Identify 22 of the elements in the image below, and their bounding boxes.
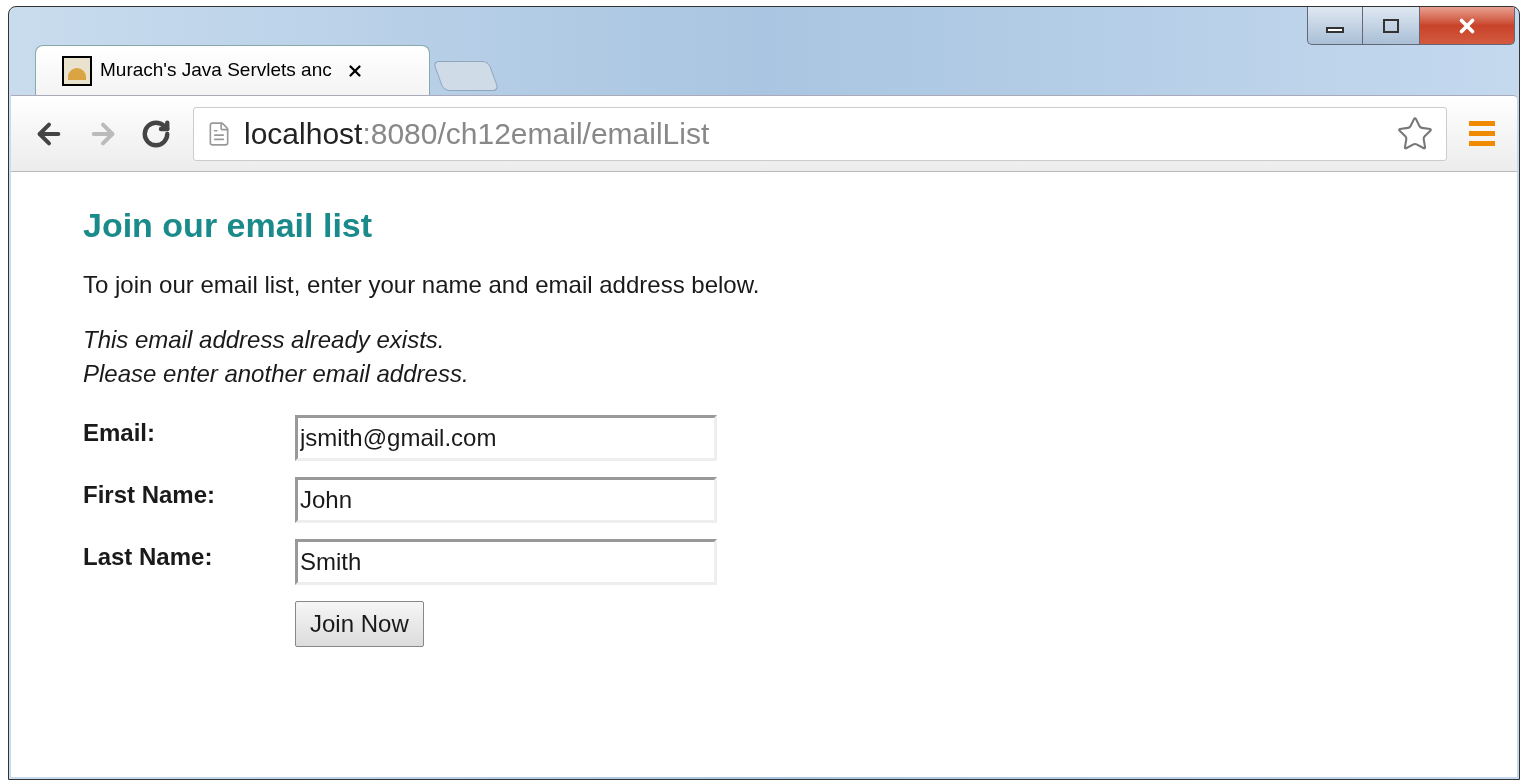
field-label: First Name: xyxy=(83,480,217,510)
field-label: Email: xyxy=(83,418,157,448)
url-path: :8080/ch12email/emailList xyxy=(362,117,710,150)
text-field[interactable]: jsmith@gmail.com xyxy=(295,415,717,461)
join-now-button[interactable]: Join Now xyxy=(295,601,424,647)
minimize-button[interactable] xyxy=(1307,7,1363,45)
close-button[interactable] xyxy=(1419,7,1515,45)
browser-tab[interactable]: Murach's Java Servlets anc xyxy=(35,45,430,95)
reload-icon[interactable] xyxy=(141,118,171,149)
tab-title: Murach's Java Servlets anc xyxy=(100,58,332,83)
url-host: localhost xyxy=(244,117,363,150)
text-field[interactable]: Smith xyxy=(295,539,717,585)
error-message: Please enter another email address. xyxy=(83,359,470,389)
address-bar[interactable]: localhost:8080/ch12email/emailList xyxy=(193,106,1447,161)
text-field[interactable]: John xyxy=(295,477,717,523)
maximize-icon xyxy=(1383,18,1399,33)
error-message: This email address already exists. xyxy=(83,325,446,355)
intro-text: To join our email list, enter your name and email address below. xyxy=(83,271,761,299)
page-heading: Join our email list xyxy=(83,205,374,246)
maximize-button[interactable] xyxy=(1363,7,1419,45)
minimize-icon xyxy=(1326,26,1344,33)
field-label: Last Name: xyxy=(83,542,214,572)
